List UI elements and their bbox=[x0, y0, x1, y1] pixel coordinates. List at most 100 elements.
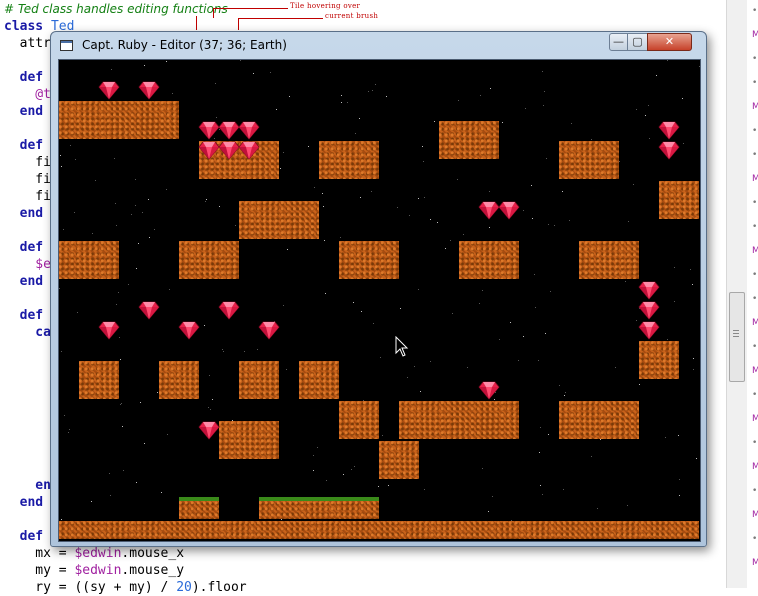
star bbox=[591, 456, 592, 457]
star bbox=[457, 179, 458, 180]
star bbox=[223, 351, 224, 352]
star bbox=[397, 207, 398, 208]
star bbox=[424, 197, 425, 198]
dirt-tile[interactable] bbox=[559, 141, 619, 179]
star bbox=[157, 392, 158, 393]
dirt-tile[interactable] bbox=[179, 241, 239, 279]
star bbox=[627, 505, 628, 506]
star bbox=[479, 303, 480, 304]
star bbox=[523, 210, 524, 211]
dirt-tile[interactable] bbox=[59, 241, 119, 279]
dirt-tile[interactable] bbox=[59, 521, 699, 539]
grass-tile[interactable] bbox=[259, 497, 379, 501]
dirt-tile[interactable] bbox=[579, 241, 639, 279]
grass-tile[interactable] bbox=[179, 497, 219, 501]
star bbox=[489, 191, 490, 192]
level-canvas[interactable] bbox=[58, 59, 701, 542]
ruby-gem-icon[interactable] bbox=[478, 379, 500, 401]
ruby-gem-icon[interactable] bbox=[138, 79, 160, 101]
annotation-tile-hovering: Tile hovering over bbox=[290, 2, 361, 10]
star bbox=[283, 305, 284, 306]
maximize-button[interactable]: ▢ bbox=[627, 33, 648, 51]
star bbox=[148, 199, 149, 200]
dirt-tile[interactable] bbox=[439, 121, 499, 159]
ruby-gem-icon[interactable] bbox=[658, 119, 680, 141]
star bbox=[683, 143, 684, 144]
star bbox=[378, 486, 379, 487]
dirt-tile[interactable] bbox=[559, 401, 639, 439]
star bbox=[341, 95, 342, 96]
dirt-tile[interactable] bbox=[79, 361, 119, 399]
star bbox=[563, 489, 564, 490]
ruby-gem-icon[interactable] bbox=[198, 119, 220, 141]
ruby-gem-icon[interactable] bbox=[218, 299, 240, 321]
ruby-gem-icon[interactable] bbox=[98, 319, 120, 341]
ruby-gem-icon[interactable] bbox=[238, 119, 260, 141]
star bbox=[619, 161, 620, 162]
ruby-gem-icon[interactable] bbox=[638, 299, 660, 321]
annotation-leader bbox=[238, 18, 239, 30]
dirt-tile[interactable] bbox=[659, 181, 699, 219]
dirt-tile[interactable] bbox=[319, 141, 379, 179]
star bbox=[360, 197, 361, 198]
star bbox=[375, 84, 376, 85]
star bbox=[636, 109, 637, 110]
star bbox=[69, 429, 70, 430]
star bbox=[693, 358, 694, 359]
ruby-gem-icon[interactable] bbox=[218, 119, 240, 141]
dirt-tile[interactable] bbox=[59, 101, 179, 139]
ruby-gem-icon[interactable] bbox=[98, 79, 120, 101]
dirt-tile[interactable] bbox=[339, 401, 379, 439]
dirt-tile[interactable] bbox=[259, 501, 379, 519]
star bbox=[116, 304, 117, 305]
dirt-tile[interactable] bbox=[179, 501, 219, 519]
ruby-gem-icon[interactable] bbox=[498, 199, 520, 221]
star bbox=[361, 311, 362, 312]
dirt-tile[interactable] bbox=[239, 201, 319, 239]
dirt-tile[interactable] bbox=[219, 421, 279, 459]
dirt-tile[interactable] bbox=[299, 361, 339, 399]
dirt-tile[interactable] bbox=[159, 361, 199, 399]
panel-marker: M bbox=[752, 366, 758, 376]
star bbox=[359, 118, 360, 119]
star bbox=[120, 404, 121, 405]
ruby-gem-icon[interactable] bbox=[638, 279, 660, 301]
ruby-gem-icon[interactable] bbox=[138, 299, 160, 321]
star bbox=[222, 349, 223, 350]
star bbox=[205, 201, 206, 202]
star bbox=[463, 234, 464, 235]
star bbox=[492, 496, 493, 497]
star bbox=[63, 229, 64, 230]
dirt-tile[interactable] bbox=[379, 441, 419, 479]
ruby-gem-icon[interactable] bbox=[178, 319, 200, 341]
annotation-leader bbox=[196, 16, 197, 30]
dirt-tile[interactable] bbox=[459, 241, 519, 279]
dirt-tile[interactable] bbox=[399, 401, 519, 439]
ruby-gem-icon[interactable] bbox=[478, 199, 500, 221]
dirt-tile[interactable] bbox=[339, 241, 399, 279]
scrollbar-thumb[interactable] bbox=[729, 292, 745, 382]
ruby-gem-icon[interactable] bbox=[658, 139, 680, 161]
star bbox=[535, 307, 536, 308]
ruby-gem-icon[interactable] bbox=[638, 319, 660, 341]
annotation-current-brush: current brush bbox=[325, 12, 379, 20]
star bbox=[169, 289, 170, 290]
star bbox=[667, 60, 668, 61]
star bbox=[120, 359, 121, 360]
close-button[interactable]: ✕ bbox=[647, 33, 692, 51]
ruby-gem-icon[interactable] bbox=[198, 139, 220, 161]
dirt-tile[interactable] bbox=[639, 341, 679, 379]
ruby-gem-icon[interactable] bbox=[218, 139, 240, 161]
panel-marker: M bbox=[752, 318, 758, 328]
star bbox=[322, 193, 323, 194]
ruby-gem-icon[interactable] bbox=[258, 319, 280, 341]
ruby-gem-icon[interactable] bbox=[198, 419, 220, 441]
minimize-button[interactable]: — bbox=[609, 33, 628, 51]
star bbox=[645, 115, 646, 116]
dirt-tile[interactable] bbox=[239, 361, 279, 399]
editor-window[interactable]: Capt. Ruby - Editor (37; 36; Earth) — ▢ … bbox=[50, 31, 707, 547]
code-line: end bbox=[4, 274, 44, 289]
star bbox=[480, 95, 481, 96]
star bbox=[368, 91, 369, 92]
ruby-gem-icon[interactable] bbox=[238, 139, 260, 161]
